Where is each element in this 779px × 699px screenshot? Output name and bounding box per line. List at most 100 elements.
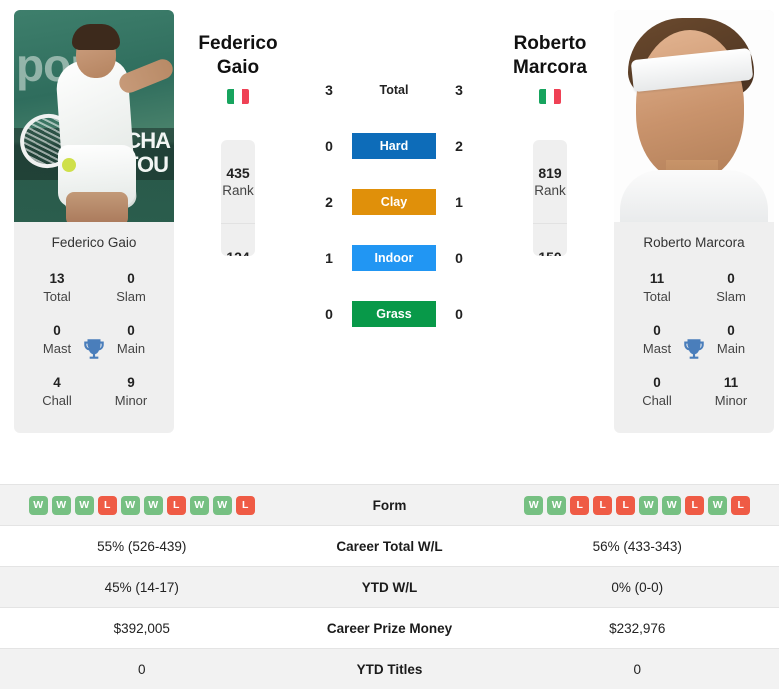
h2h-right-score: 0 bbox=[455, 250, 463, 266]
form-badge-win[interactable]: W bbox=[189, 495, 209, 515]
left-value-cell: 55% (526-439) bbox=[97, 538, 187, 554]
h2h-left-score: 2 bbox=[325, 194, 333, 210]
left-rank-cell: 435 Rank bbox=[221, 140, 255, 224]
left-value-cell: $392,005 bbox=[113, 620, 170, 636]
right-form-strip: WWLLLWWLWL bbox=[496, 495, 779, 515]
form-badge-loss[interactable]: L bbox=[235, 495, 255, 515]
left-player-name-caption: Federico Gaio bbox=[51, 235, 137, 250]
table-row: 45% (14-17) YTD W/L 0% (0-0) bbox=[0, 566, 779, 607]
titles-main-value: 0 bbox=[127, 322, 135, 338]
left-player-panel[interactable]: port CHA TOU Federico Gaio 13 Total 0 Sl… bbox=[14, 10, 174, 434]
right-first-name: Roberto bbox=[513, 33, 587, 54]
form-badge-loss[interactable]: L bbox=[166, 495, 186, 515]
titles-row-3: 4 Chall 9 Minor bbox=[22, 368, 166, 420]
titles-chall: 0 Chall bbox=[628, 374, 686, 410]
trophy-icon bbox=[84, 338, 104, 359]
right-high-value: 150 bbox=[538, 249, 561, 256]
form-badge-loss[interactable]: L bbox=[570, 495, 590, 515]
titles-mast-value: 0 bbox=[53, 322, 61, 338]
player-legs bbox=[66, 192, 128, 222]
italy-flag-icon bbox=[538, 88, 561, 104]
titles-chall: 4 Chall bbox=[28, 374, 86, 410]
titles-mast: 0 Mast bbox=[628, 322, 686, 358]
form-badge-loss[interactable]: L bbox=[616, 495, 636, 515]
titles-row-2: 0 Mast 0 Main bbox=[22, 316, 166, 368]
h2h-surface-label-indoor[interactable]: Indoor bbox=[352, 245, 436, 271]
right-high-cell: 150 High bbox=[533, 224, 566, 256]
titles-total-label: Total bbox=[643, 289, 671, 305]
form-badge-win[interactable]: W bbox=[547, 495, 567, 515]
right-value-cell: 56% (433-343) bbox=[592, 538, 682, 554]
h2h-row-total: 3 Total 3 bbox=[306, 62, 482, 118]
right-player-name-caption: Roberto Marcora bbox=[643, 235, 745, 250]
titles-main-label: Main bbox=[716, 340, 746, 356]
form-badge-win[interactable]: W bbox=[120, 495, 140, 515]
titles-mast-value: 0 bbox=[653, 322, 661, 338]
form-badge-loss[interactable]: L bbox=[685, 495, 705, 515]
form-badge-win[interactable]: W bbox=[28, 495, 48, 515]
titles-slam-label: Slam bbox=[716, 289, 746, 305]
right-value-cell: 0 bbox=[633, 661, 641, 677]
trophy-icon bbox=[684, 338, 704, 359]
right-player-name-block: Roberto Marcora bbox=[513, 10, 587, 126]
right-rank-value: 819 bbox=[538, 165, 562, 181]
titles-total-value: 11 bbox=[649, 271, 665, 286]
h2h-surface-label-hard[interactable]: Hard bbox=[352, 133, 436, 159]
left-player-photo: port CHA TOU bbox=[14, 10, 174, 222]
form-badge-win[interactable]: W bbox=[143, 495, 163, 515]
titles-chall-label: Chall bbox=[42, 392, 72, 408]
titles-chall-value: 0 bbox=[653, 374, 661, 390]
right-player-panel[interactable]: Roberto Marcora 11 Total 0 Slam 0 Mast 0… bbox=[614, 10, 774, 434]
table-row-label: Career Prize Money bbox=[326, 620, 453, 636]
table-row-label: YTD Titles bbox=[356, 661, 423, 677]
titles-row-1: 11 Total 0 Slam bbox=[622, 264, 766, 316]
h2h-surface-label-grass[interactable]: Grass bbox=[352, 301, 436, 327]
right-value-cell: WWLLLWWLWL bbox=[496, 495, 779, 515]
form-badge-loss[interactable]: L bbox=[731, 495, 751, 515]
form-badge-win[interactable]: W bbox=[662, 495, 682, 515]
form-badge-win[interactable]: W bbox=[74, 495, 94, 515]
right-player-photo bbox=[614, 10, 774, 222]
h2h-right-score: 2 bbox=[455, 138, 463, 154]
form-badge-win[interactable]: W bbox=[639, 495, 659, 515]
h2h-row-indoor: 1 Indoor 0 bbox=[306, 230, 482, 286]
titles-main: 0 Main bbox=[702, 322, 760, 358]
titles-mast-label: Mast bbox=[42, 340, 72, 356]
form-badge-loss[interactable]: L bbox=[97, 495, 117, 515]
table-row: 0 YTD Titles 0 bbox=[0, 648, 779, 689]
titles-slam-value: 0 bbox=[127, 271, 135, 286]
left-value-cell: 45% (14-17) bbox=[104, 579, 179, 595]
h2h-surface-label-total: Total bbox=[379, 83, 409, 97]
right-rank-label: Rank bbox=[534, 183, 566, 198]
h2h-left-score: 0 bbox=[325, 306, 333, 322]
titles-mast: 0 Mast bbox=[28, 322, 86, 358]
titles-minor-label: Minor bbox=[114, 392, 148, 408]
left-form-strip: WWWLWWLWWL bbox=[0, 495, 284, 515]
titles-minor-label: Minor bbox=[714, 392, 748, 408]
titles-minor: 9 Minor bbox=[102, 374, 160, 410]
titles-mast-label: Mast bbox=[642, 340, 672, 356]
table-row-label: Form bbox=[372, 497, 407, 513]
titles-total: 11 Total bbox=[628, 270, 686, 306]
left-rank-value: 435 bbox=[226, 165, 250, 181]
h2h-surface-label-clay[interactable]: Clay bbox=[352, 189, 436, 215]
table-row: W W W L W W L W W L Form W W L L L W W L W L bbox=[0, 484, 779, 525]
h2h-row-clay: 2 Clay 1 bbox=[306, 174, 482, 230]
titles-slam-label: Slam bbox=[116, 289, 146, 305]
left-last-name: Gaio bbox=[216, 57, 260, 79]
titles-minor: 11 Minor bbox=[702, 374, 760, 410]
table-row: $392,005 Career Prize Money $232,976 bbox=[0, 607, 779, 648]
form-badge-win[interactable]: W bbox=[51, 495, 71, 515]
left-stat-card: 435 Rank 124 High 32 Age R Plays bbox=[221, 140, 255, 256]
titles-chall-label: Chall bbox=[642, 392, 672, 408]
player-comparison-page: port CHA TOU Federico Gaio 1 3 Total 0 Sl… bbox=[0, 0, 779, 699]
right-value-cell: 0% (0-0) bbox=[611, 579, 664, 595]
form-badge-win[interactable]: W bbox=[524, 495, 544, 515]
form-badge-win[interactable]: W bbox=[212, 495, 232, 515]
titles-chall-value: 4 bbox=[53, 374, 61, 390]
form-badge-loss[interactable]: L bbox=[593, 495, 613, 515]
h2h-right-score: 3 bbox=[455, 82, 463, 98]
h2h-right-score: 1 bbox=[455, 194, 463, 210]
titles-row-3: 0 Chall 11 Minor bbox=[622, 368, 766, 420]
form-badge-win[interactable]: W bbox=[708, 495, 728, 515]
